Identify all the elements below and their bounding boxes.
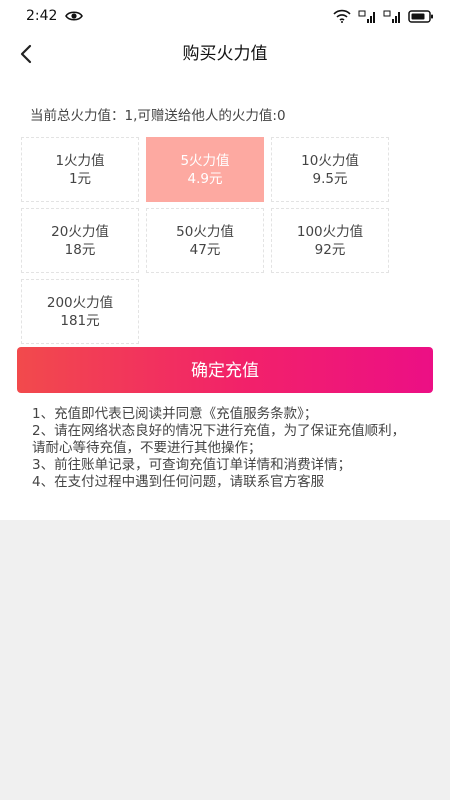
option-price: 9.5元 xyxy=(312,170,348,187)
option-price: 4.9元 xyxy=(187,170,223,187)
balance-summary: 当前总火力值：1,可赠送给他人的火力值:0 xyxy=(30,104,286,124)
option-price: 47元 xyxy=(189,241,221,258)
option-amount: 100火力值 xyxy=(296,223,364,240)
nav-bar: 购买火力值 xyxy=(0,32,450,76)
eye-icon xyxy=(65,11,84,21)
chevron-left-icon xyxy=(20,44,32,64)
confirm-recharge-button[interactable]: 确定充值 xyxy=(17,347,433,393)
status-time: 2:42 xyxy=(26,8,58,24)
option-amount: 50火力值 xyxy=(176,223,234,240)
total-value: 1 xyxy=(124,108,134,124)
back-button[interactable] xyxy=(10,38,42,70)
gift-label: ,可赠送给他人的火力值: xyxy=(133,108,277,124)
option-amount: 5火力值 xyxy=(180,152,230,169)
option-200[interactable]: 200火力值 181元 xyxy=(21,279,139,344)
note-item: 1、充值即代表已阅读并同意《充值服务条款》； xyxy=(32,406,318,422)
option-amount: 10火力值 xyxy=(301,152,359,169)
note-item: 3、前往账单记录，可查询充值订单详情和消费详情； xyxy=(32,457,352,473)
option-amount: 20火力值 xyxy=(51,223,109,240)
option-amount: 1火力值 xyxy=(55,152,105,169)
option-5[interactable]: 5火力值 4.9元 xyxy=(146,137,264,202)
option-amount: 200火力值 xyxy=(46,294,114,311)
page-title: 购买火力值 xyxy=(182,44,268,64)
option-1[interactable]: 1火力值 1元 xyxy=(21,137,139,202)
option-20[interactable]: 20火力值 18元 xyxy=(21,208,139,273)
gift-value: 0 xyxy=(276,108,286,124)
battery-icon xyxy=(408,9,433,23)
option-price: 181元 xyxy=(60,312,100,329)
recharge-notes: 1、充值即代表已阅读并同意《充值服务条款》； 2、请在网络状态良好的情况下进行充… xyxy=(32,406,410,491)
option-100[interactable]: 100火力值 92元 xyxy=(271,208,389,273)
signal-icon-1 xyxy=(358,10,375,23)
option-10[interactable]: 10火力值 9.5元 xyxy=(271,137,389,202)
recharge-panel: 当前总火力值：1,可赠送给他人的火力值:0 1火力值 1元 5火力值 4.9元 … xyxy=(0,76,450,520)
signal-icon-2 xyxy=(383,10,400,23)
total-label: 当前总火力值： xyxy=(30,108,125,124)
option-price: 1元 xyxy=(68,170,92,187)
note-item: 4、在支付过程中遇到任何问题，请联系官方客服 xyxy=(32,474,325,490)
status-bar: 2:42 xyxy=(0,0,450,32)
wifi-icon xyxy=(333,9,351,23)
option-price: 92元 xyxy=(314,241,346,258)
screen: 2:42 购买火力值 当前总火力值：1,可赠送给他人的火力值:0 1火力值 1元… xyxy=(0,0,450,800)
status-left: 2:42 xyxy=(26,8,84,24)
status-right xyxy=(333,9,434,23)
option-price: 18元 xyxy=(64,241,96,258)
note-item: 2、请在网络状态良好的情况下进行充值，为了保证充值顺利，请耐心等待充值，不要进行… xyxy=(32,423,406,456)
option-50[interactable]: 50火力值 47元 xyxy=(146,208,264,273)
